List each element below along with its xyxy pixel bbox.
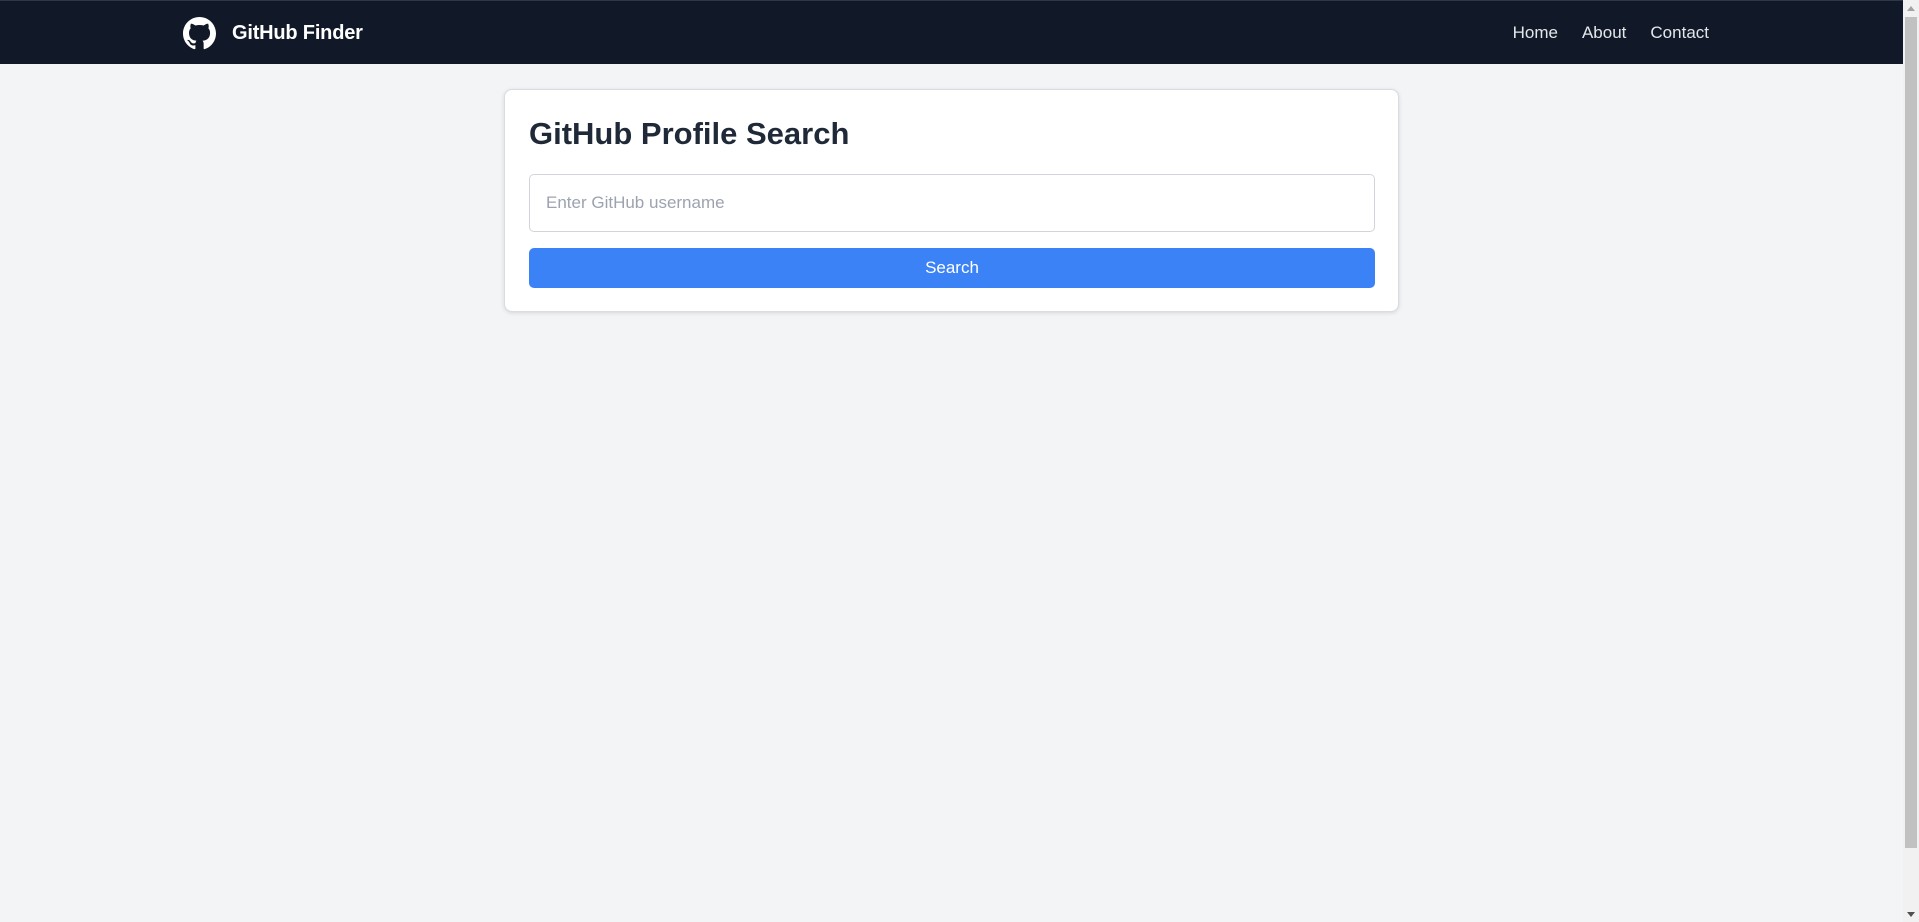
scrollbar-thumb[interactable] [1905, 17, 1917, 848]
navbar: GitHub Finder Home About Contact [0, 0, 1903, 64]
vertical-scrollbar[interactable] [1903, 0, 1919, 922]
scroll-down-arrow-icon[interactable] [1903, 906, 1919, 922]
page-viewport: GitHub Finder Home About Contact GitHub … [0, 0, 1903, 922]
nav-link-contact[interactable]: Contact [1650, 23, 1709, 43]
github-logo-icon [183, 16, 216, 50]
username-search-input[interactable] [529, 174, 1375, 232]
scroll-up-arrow-icon[interactable] [1903, 0, 1919, 16]
brand-name: GitHub Finder [232, 21, 363, 44]
nav-link-home[interactable]: Home [1513, 23, 1558, 43]
search-card: GitHub Profile Search Search [504, 89, 1399, 312]
brand-link[interactable]: GitHub Finder [183, 16, 363, 50]
page-title: GitHub Profile Search [529, 116, 850, 151]
nav-links: Home About Contact [1513, 1, 1709, 65]
search-button[interactable]: Search [529, 248, 1375, 288]
nav-link-about[interactable]: About [1582, 23, 1626, 43]
